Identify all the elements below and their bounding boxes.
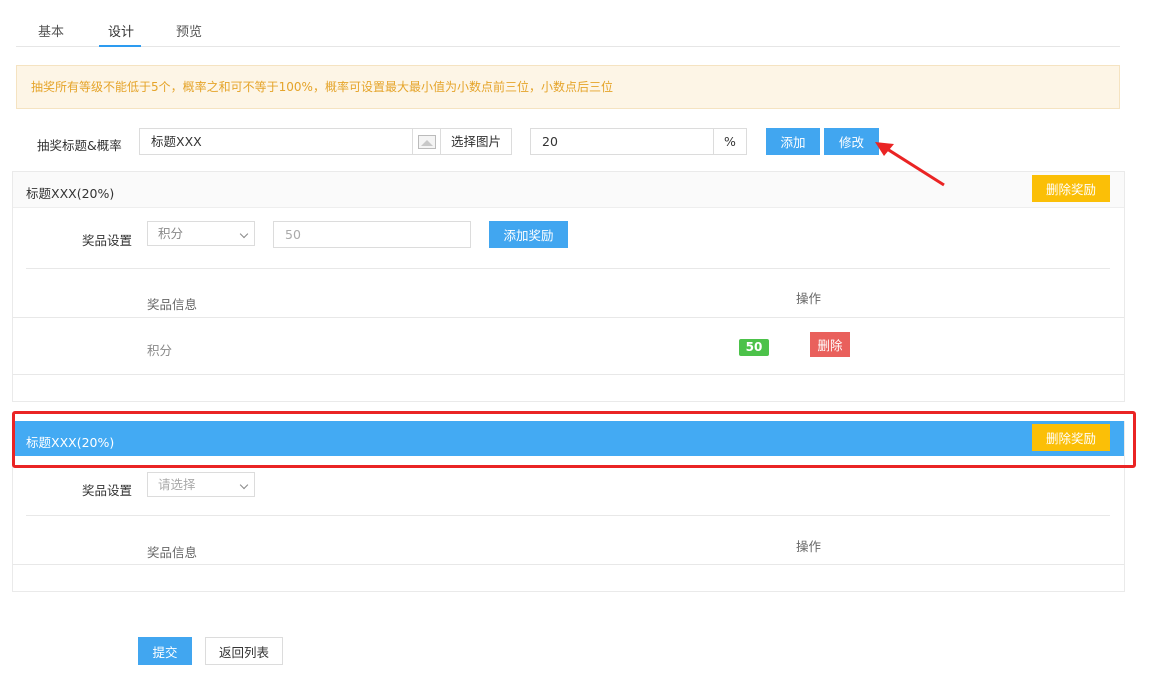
prize-setting-label: 奖品设置	[82, 233, 133, 248]
tab-basic[interactable]: 基本	[38, 21, 64, 40]
notice-banner: 抽奖所有等级不能低于5个，概率之和可不等于100%，概率可设置最大最小值为小数点…	[16, 65, 1120, 109]
tab-bar: 基本 设计 预览	[16, 12, 1120, 47]
chevron-down-icon	[239, 480, 249, 490]
prize-type-placeholder: 请选择	[158, 477, 196, 492]
divider	[13, 374, 1124, 375]
probability-input[interactable]: 20	[530, 128, 714, 155]
annotation-arrow-icon	[875, 142, 945, 187]
prize-type-value: 积分	[158, 226, 184, 241]
divider	[13, 564, 1124, 565]
prize-group-1: 标题XXX(20%) 删除奖励 奖品设置 积分 50 添加奖励 奖品信息 操作 …	[12, 171, 1125, 402]
lottery-title-label: 抽奖标题&概率	[37, 138, 122, 153]
points-input[interactable]: 50	[273, 221, 471, 248]
title-input[interactable]: 标题XXX	[139, 128, 413, 155]
col-action: 操作	[796, 539, 822, 554]
prize-info-cell: 积分	[147, 343, 173, 358]
col-action: 操作	[796, 291, 822, 306]
col-prize-info: 奖品信息	[147, 545, 198, 560]
tab-design[interactable]: 设计	[108, 21, 134, 40]
choose-image-button[interactable]: 选择图片	[440, 128, 512, 155]
prize-type-select[interactable]: 请选择	[147, 472, 255, 497]
divider	[13, 317, 1124, 318]
group-header: 标题XXX(20%) 删除奖励	[13, 172, 1124, 208]
divider	[26, 515, 1110, 516]
highlight-annotation-frame	[12, 411, 1136, 468]
submit-button[interactable]: 提交	[138, 637, 192, 665]
back-to-list-button[interactable]: 返回列表	[205, 637, 283, 665]
image-icon	[418, 135, 436, 149]
add-reward-button[interactable]: 添加奖励	[489, 221, 568, 248]
delete-button[interactable]: 删除	[810, 332, 850, 357]
prize-type-select[interactable]: 积分	[147, 221, 255, 246]
add-button[interactable]: 添加	[766, 128, 820, 155]
image-preview	[412, 128, 441, 155]
delete-reward-button[interactable]: 删除奖励	[1032, 175, 1110, 202]
col-prize-info: 奖品信息	[147, 297, 198, 312]
points-badge: 50	[739, 339, 769, 356]
divider	[26, 268, 1110, 269]
prize-setting-label: 奖品设置	[82, 483, 133, 498]
active-tab-indicator	[99, 45, 141, 47]
tab-preview[interactable]: 预览	[176, 21, 202, 40]
percent-addon: %	[713, 128, 747, 155]
chevron-down-icon	[239, 229, 249, 239]
group-title: 标题XXX(20%)	[26, 186, 115, 201]
